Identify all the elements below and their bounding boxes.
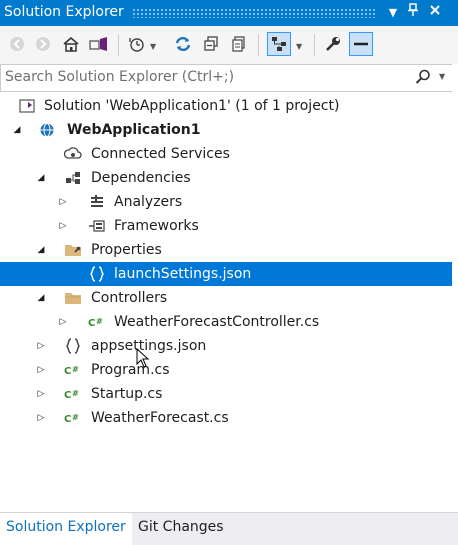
expand-arrow-icon[interactable]: ▷: [34, 358, 48, 382]
tree-item-controllers[interactable]: ◢ Controllers: [0, 286, 452, 310]
tool-window-title: Solution Explorer: [4, 4, 124, 20]
tree-item-label: Dependencies: [91, 170, 191, 186]
csharp-file-icon: C #: [64, 386, 82, 402]
tree-item-dependencies[interactable]: ◢ Dependencies: [0, 166, 452, 190]
search-options-dropdown-icon[interactable]: ▼: [439, 72, 445, 81]
tree-item-connected-services[interactable]: Connected Services: [0, 142, 452, 166]
folder-icon: [64, 290, 82, 306]
frameworks-icon: [88, 218, 106, 234]
tree-item-weatherforecastcontroller[interactable]: ▷ C # WeatherForecastController.cs: [0, 310, 452, 334]
expand-arrow-icon[interactable]: ▷: [34, 406, 48, 430]
tree-item-label: Frameworks: [114, 218, 199, 234]
tree-item-label: Controllers: [91, 290, 168, 306]
tree-item-analyzers[interactable]: ▷ Analyzers: [0, 190, 452, 214]
tab-git-changes[interactable]: Git Changes: [132, 513, 230, 543]
preview-selected-items-icon[interactable]: [267, 32, 291, 56]
tree-item-weatherforecast[interactable]: ▷ C # WeatherForecast.cs: [0, 406, 452, 430]
svg-text:C: C: [64, 414, 71, 425]
tree-item-startup[interactable]: ▷ C # Startup.cs: [0, 382, 452, 406]
svg-text:#: #: [72, 413, 79, 422]
svg-text:#: #: [72, 389, 79, 398]
collapse-arrow-icon[interactable]: ◢: [34, 166, 48, 190]
svg-text:C: C: [64, 390, 71, 401]
collapse-arrow-icon[interactable]: ◢: [34, 286, 48, 310]
tree-item-label: Solution 'WebApplication1' (1 of 1 proje…: [44, 98, 340, 114]
vs-switch-views-icon[interactable]: [88, 33, 110, 55]
toolbar-separator: [118, 34, 119, 56]
tree-item-label: Startup.cs: [91, 386, 163, 402]
pin-icon[interactable]: [404, 3, 422, 23]
solution-explorer-toolbar: ▼ ▼: [0, 26, 458, 65]
json-file-icon: [64, 338, 82, 354]
back-icon[interactable]: [6, 33, 28, 55]
tree-item-label: Program.cs: [91, 362, 170, 378]
dependencies-icon: [64, 170, 82, 186]
json-file-icon: [88, 266, 106, 282]
expand-arrow-icon[interactable]: ▷: [56, 310, 70, 334]
home-icon[interactable]: [60, 33, 82, 55]
title-bar-grip[interactable]: [132, 8, 376, 18]
csharp-file-icon: C #: [64, 410, 82, 426]
tree-item-label: WeatherForecast.cs: [91, 410, 229, 426]
tree-item-label: launchSettings.json: [114, 266, 252, 282]
sync-with-active-document-icon[interactable]: [172, 33, 194, 55]
expand-arrow-icon[interactable]: ▷: [56, 214, 70, 238]
expand-arrow-icon[interactable]: ▷: [56, 190, 70, 214]
tree-item-label: WebApplication1: [67, 122, 201, 138]
pending-changes-filter-icon[interactable]: [126, 33, 148, 55]
tree-item-program[interactable]: ▷ C # Program.cs: [0, 358, 452, 382]
tree-item-solution[interactable]: Solution 'WebApplication1' (1 of 1 proje…: [0, 94, 452, 118]
csharp-file-icon: C #: [64, 362, 82, 378]
show-all-files-icon[interactable]: [228, 33, 250, 55]
svg-text:C: C: [88, 318, 95, 329]
expand-arrow-icon[interactable]: ▷: [34, 382, 48, 406]
csharp-file-icon: C #: [88, 314, 106, 330]
connected-services-icon: [64, 146, 82, 162]
tab-solution-explorer[interactable]: Solution Explorer: [0, 513, 132, 545]
bottom-tab-strip: Solution Explorer Git Changes: [0, 512, 458, 545]
forward-icon[interactable]: [32, 33, 54, 55]
tree-item-label: Connected Services: [91, 146, 230, 162]
tree-item-label: Properties: [91, 242, 162, 258]
tree-item-label: Analyzers: [114, 194, 183, 210]
search-input[interactable]: [5, 68, 405, 86]
properties-icon[interactable]: [322, 33, 344, 55]
collapse-all-icon[interactable]: [200, 33, 222, 55]
tree-item-properties[interactable]: ◢ Properties: [0, 238, 452, 262]
toolbar-separator: [314, 34, 315, 56]
svg-text:#: #: [96, 317, 103, 326]
collapse-arrow-icon[interactable]: ◢: [10, 118, 24, 142]
expand-arrow-icon[interactable]: ▷: [34, 334, 48, 358]
close-icon[interactable]: [426, 3, 444, 23]
window-position-dropdown-icon[interactable]: ▼: [384, 3, 402, 23]
filter-dropdown-icon[interactable]: ▼: [150, 42, 156, 51]
tree-item-project[interactable]: ◢ WebApplication1: [0, 118, 452, 142]
panel-right-edge: [452, 64, 458, 512]
tree-item-frameworks[interactable]: ▷ Frameworks: [0, 214, 452, 238]
svg-text:#: #: [72, 365, 79, 374]
tree-item-launchsettings[interactable]: launchSettings.json: [0, 262, 452, 286]
show-all-icon[interactable]: [349, 32, 373, 56]
solution-icon: [18, 98, 36, 114]
svg-text:C: C: [64, 366, 71, 377]
search-icon[interactable]: [415, 69, 431, 89]
web-project-icon: [38, 122, 56, 138]
tree-item-label: WeatherForecastController.cs: [114, 314, 320, 330]
tool-window-title-bar[interactable]: Solution Explorer ▼: [0, 0, 458, 26]
analyzers-icon: [88, 194, 106, 210]
mouse-cursor-icon: [136, 347, 150, 372]
properties-folder-icon: [64, 242, 82, 258]
search-box[interactable]: ▼: [0, 64, 458, 92]
toolbar-separator: [258, 34, 259, 56]
view-dropdown-icon[interactable]: ▼: [296, 42, 302, 51]
tree-item-appsettings[interactable]: ▷ appsettings.json: [0, 334, 452, 358]
collapse-arrow-icon[interactable]: ◢: [34, 238, 48, 262]
